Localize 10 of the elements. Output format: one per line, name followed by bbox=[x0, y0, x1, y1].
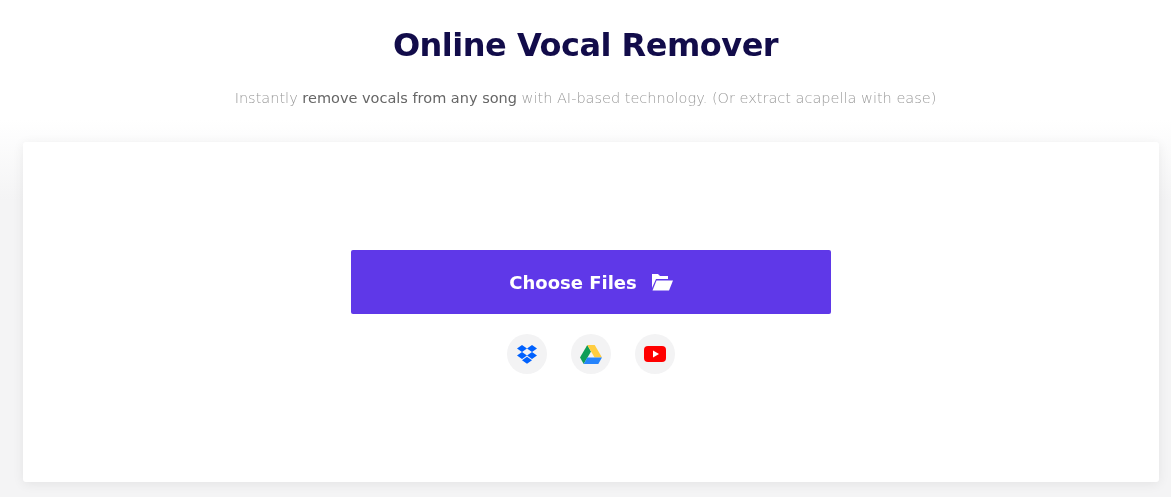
youtube-source-button[interactable] bbox=[635, 334, 675, 374]
page-title: Online Vocal Remover bbox=[392, 26, 779, 64]
triangle-icon bbox=[580, 344, 602, 364]
drive-source-button[interactable] bbox=[571, 334, 611, 374]
open-box-icon bbox=[516, 344, 538, 364]
folder-icon bbox=[650, 273, 673, 291]
choose-files-button[interactable]: Choose Files bbox=[351, 250, 831, 314]
dropbox-source-button[interactable] bbox=[507, 334, 547, 374]
play-icon bbox=[644, 346, 666, 362]
page-subtitle: Instantly remove vocals from any song with AI-based technology. (Or extract acapella with ease) bbox=[234, 90, 937, 106]
